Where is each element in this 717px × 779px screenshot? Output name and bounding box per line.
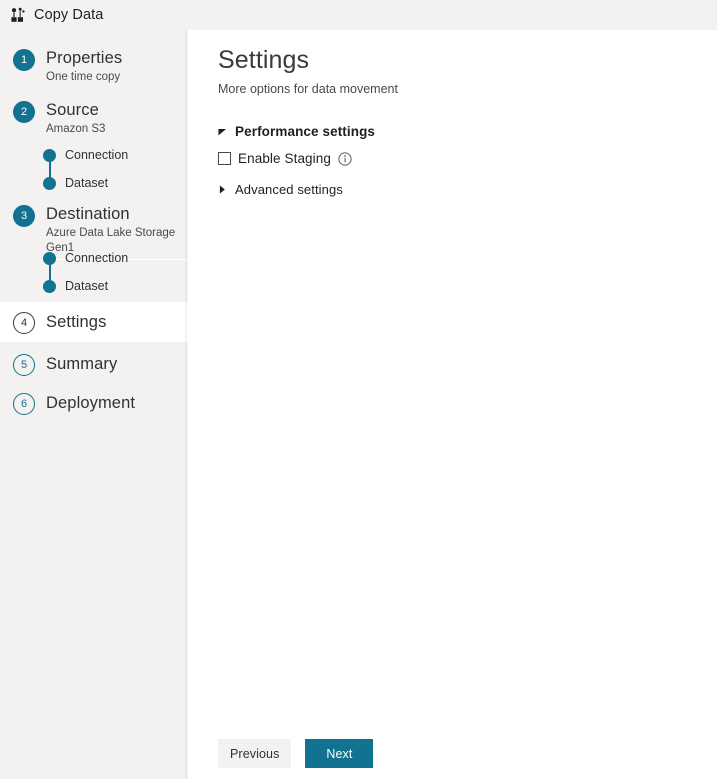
enable-staging-label: Enable Staging (238, 151, 331, 166)
advanced-settings-header[interactable]: Advanced settings (218, 182, 717, 197)
window-title: Copy Data (34, 7, 104, 23)
enable-staging-row[interactable]: Enable Staging (218, 151, 717, 166)
step-label: Properties (46, 49, 123, 67)
step-number-badge: 1 (13, 49, 35, 71)
sidebar-substep-destination-connection[interactable]: Connection (0, 244, 188, 272)
substep-dot-icon (43, 251, 56, 265)
step-sublabel: One time copy (46, 71, 121, 83)
substep-label: Dataset (65, 176, 109, 190)
sidebar-step-source[interactable]: 2 Source Amazon S3 (0, 100, 188, 142)
wizard-steps-sidebar: 1 Properties One time copy 2 Source Amaz… (0, 30, 193, 779)
step-label: Summary (46, 355, 118, 373)
copy-data-wizard: Copy Data 1 Properties One time copy 2 S… (0, 0, 717, 779)
destination-substeps: Connection Dataset (0, 244, 188, 300)
substep-label: Dataset (65, 279, 109, 293)
sidebar-step-settings[interactable]: 4 Settings (0, 302, 188, 342)
substep-dot-icon (43, 176, 56, 190)
window-titlebar: Copy Data (0, 0, 717, 30)
info-icon[interactable] (338, 151, 352, 166)
triangle-down-icon (218, 128, 227, 136)
step-number-badge: 4 (13, 311, 35, 334)
sidebar-step-properties[interactable]: 1 Properties One time copy (0, 48, 188, 90)
step-label: Source (46, 101, 99, 119)
copy-data-icon (11, 7, 25, 22)
page-subtitle: More options for data movement (218, 82, 398, 96)
step-label: Destination (46, 205, 130, 223)
substep-label: Connection (65, 251, 129, 265)
step-number-badge: 5 (13, 353, 35, 376)
substep-dot-icon (43, 148, 56, 162)
section-title: Performance settings (235, 124, 376, 139)
step-sublabel: Amazon S3 (46, 123, 106, 135)
source-substeps: Connection Dataset (0, 141, 188, 197)
settings-panel: Settings More options for data movement … (188, 30, 717, 779)
page-title: Settings (218, 46, 310, 74)
substep-label: Connection (65, 148, 129, 162)
sidebar-substep-destination-dataset[interactable]: Dataset (0, 272, 188, 300)
step-number-badge: 6 (13, 392, 35, 415)
step-label: Deployment (46, 394, 136, 412)
next-button[interactable]: Next (305, 739, 374, 768)
sidebar-substep-source-connection[interactable]: Connection (0, 141, 188, 169)
step-number-badge: 3 (13, 205, 35, 227)
enable-staging-checkbox[interactable] (218, 152, 231, 165)
wizard-footer: Previous Next (218, 739, 374, 768)
sidebar-step-summary[interactable]: 5 Summary (0, 349, 188, 379)
substep-dot-icon (43, 279, 56, 293)
step-label: Settings (46, 313, 107, 331)
section-title: Advanced settings (235, 182, 343, 197)
performance-settings-header[interactable]: Performance settings (218, 124, 717, 139)
step-number-badge: 2 (13, 101, 35, 123)
triangle-right-icon (219, 185, 225, 194)
previous-button[interactable]: Previous (218, 739, 292, 768)
sidebar-substep-source-dataset[interactable]: Dataset (0, 169, 188, 197)
sidebar-step-deployment[interactable]: 6 Deployment (0, 388, 188, 418)
